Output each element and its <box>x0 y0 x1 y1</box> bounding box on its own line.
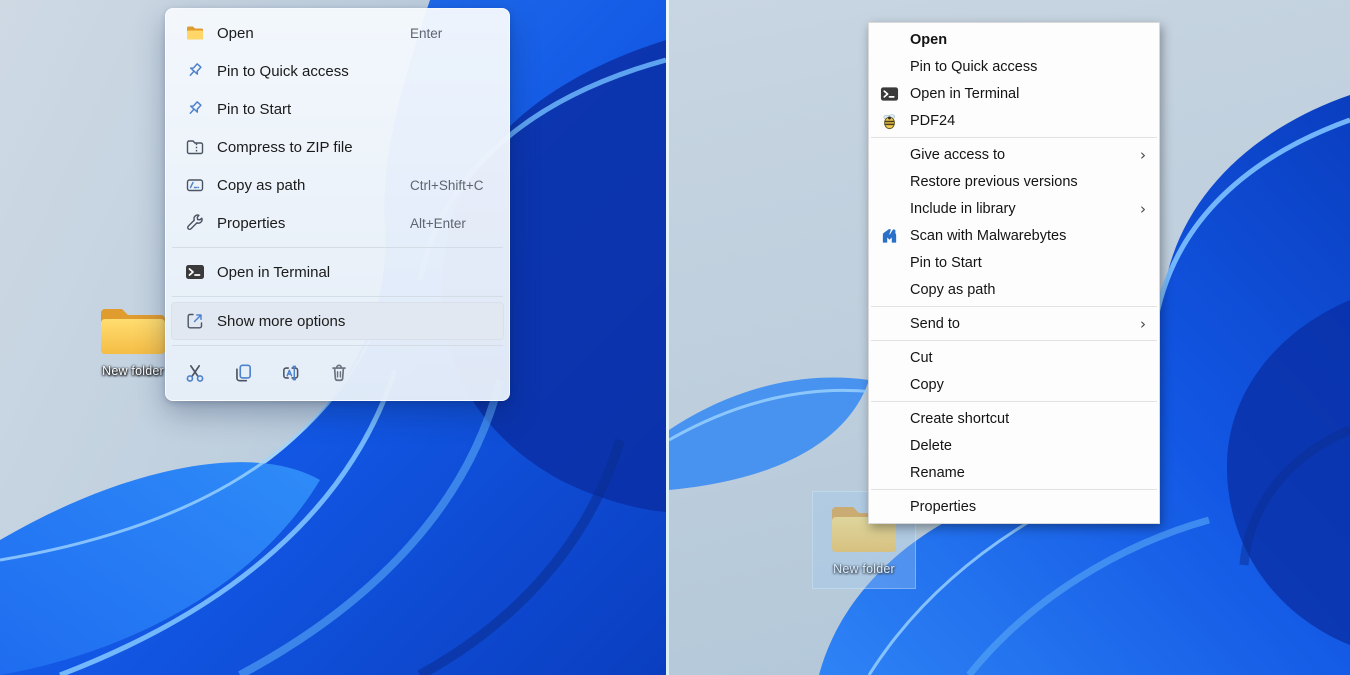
menu-item-compress-to-zip[interactable]: Compress to ZIP file <box>171 128 504 166</box>
menu-separator <box>871 401 1157 402</box>
pdf24-bee-icon <box>880 111 899 130</box>
menu-item-include-in-library[interactable]: Include in library› <box>870 195 1158 222</box>
menu-separator <box>871 489 1157 490</box>
menu-item-pin-to-quick-access[interactable]: Pin to Quick access <box>870 53 1158 80</box>
menu-item-scan-with-malwarebytes[interactable]: Scan with Malwarebytes <box>870 222 1158 249</box>
shortcut-label: Alt+Enter <box>410 216 466 231</box>
menu-item-properties[interactable]: Properties Alt+Enter <box>171 204 504 242</box>
menu-separator <box>172 247 503 248</box>
submenu-arrow-icon: › <box>1140 315 1146 333</box>
terminal-icon <box>185 262 205 282</box>
rename-icon <box>280 362 302 384</box>
menu-item-cut[interactable]: Cut <box>870 344 1158 371</box>
submenu-arrow-icon: › <box>1140 146 1146 164</box>
menu-item-pin-to-start[interactable]: Pin to Start <box>870 249 1158 276</box>
show-more-icon <box>185 311 205 331</box>
menu-separator <box>172 345 503 346</box>
zip-folder-icon <box>185 137 205 157</box>
menu-separator <box>871 137 1157 138</box>
wallpaper-right: New folder Open Pin to Quick access Open… <box>669 0 1350 675</box>
menu-item-open-in-terminal[interactable]: Open in Terminal <box>171 253 504 291</box>
malwarebytes-icon <box>880 226 899 245</box>
menu-separator <box>871 306 1157 307</box>
folder-icon <box>96 300 170 358</box>
folder-icon <box>185 23 205 43</box>
pin-icon <box>185 61 205 81</box>
rename-button[interactable] <box>279 361 303 385</box>
split-divider <box>666 0 669 675</box>
shortcut-label: Ctrl+Shift+C <box>410 178 484 193</box>
folder-label: New folder <box>799 562 929 576</box>
cut-button[interactable] <box>183 361 207 385</box>
copy-icon <box>232 362 254 384</box>
menu-item-open-in-terminal[interactable]: Open in Terminal <box>870 80 1158 107</box>
menu-item-pdf24[interactable]: PDF24 <box>870 107 1158 134</box>
delete-icon <box>328 362 350 384</box>
menu-item-show-more-options[interactable]: Show more options <box>171 302 504 340</box>
win11-context-menu: Open Enter Pin to Quick access Pin to St… <box>165 8 510 401</box>
menu-item-create-shortcut[interactable]: Create shortcut <box>870 405 1158 432</box>
menu-item-pin-to-start[interactable]: Pin to Start <box>171 90 504 128</box>
pin-icon <box>185 99 205 119</box>
menu-item-delete[interactable]: Delete <box>870 432 1158 459</box>
terminal-icon <box>880 84 899 103</box>
menu-item-properties[interactable]: Properties <box>870 493 1158 520</box>
menu-item-copy[interactable]: Copy <box>870 371 1158 398</box>
menu-separator <box>871 340 1157 341</box>
menu-item-rename[interactable]: Rename <box>870 459 1158 486</box>
quick-actions-row <box>171 351 504 395</box>
delete-button[interactable] <box>327 361 351 385</box>
classic-context-menu: Open Pin to Quick access Open in Termina… <box>868 22 1160 524</box>
copy-button[interactable] <box>231 361 255 385</box>
cut-icon <box>184 362 206 384</box>
desktop: New folder Open Pin to Quick access Open… <box>0 0 1350 675</box>
submenu-arrow-icon: › <box>1140 200 1146 218</box>
wrench-icon <box>185 213 205 233</box>
menu-item-give-access-to[interactable]: Give access to› <box>870 141 1158 168</box>
menu-item-open[interactable]: Open <box>870 26 1158 53</box>
menu-item-open[interactable]: Open Enter <box>171 14 504 52</box>
copy-path-icon <box>185 175 205 195</box>
shortcut-label: Enter <box>410 26 442 41</box>
menu-item-restore-previous-versions[interactable]: Restore previous versions <box>870 168 1158 195</box>
menu-item-pin-to-quick-access[interactable]: Pin to Quick access <box>171 52 504 90</box>
menu-item-copy-as-path[interactable]: Copy as path <box>870 276 1158 303</box>
menu-separator <box>172 296 503 297</box>
menu-item-send-to[interactable]: Send to› <box>870 310 1158 337</box>
menu-item-copy-as-path[interactable]: Copy as path Ctrl+Shift+C <box>171 166 504 204</box>
